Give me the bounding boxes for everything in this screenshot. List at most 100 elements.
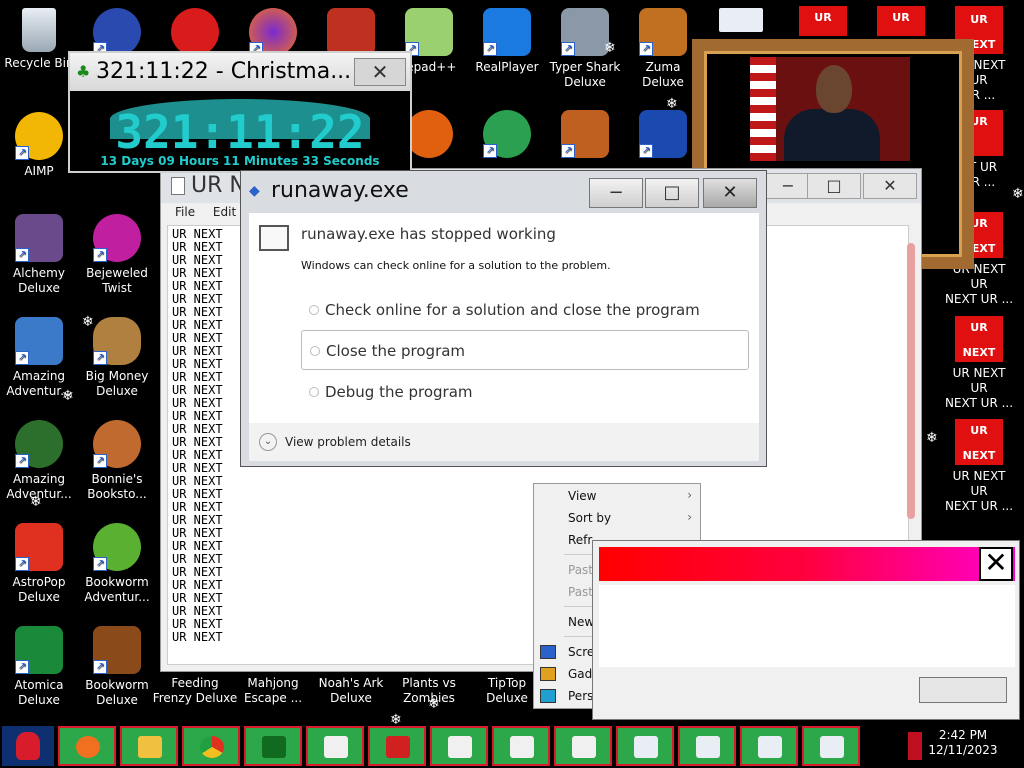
desktop-icon-amazing-adventures-1[interactable]: ↗ Amazing Adventur... [0, 317, 78, 399]
countdown-close-button[interactable]: ✕ [354, 58, 406, 86]
menu-edit[interactable]: Edit [213, 205, 236, 219]
taskbar-window-8[interactable] [802, 726, 860, 766]
dialog-maximize-button[interactable]: □ [645, 178, 699, 208]
desktop-icon-mahjong-escape[interactable]: Mahjong Escape ... [234, 676, 312, 706]
menu-item-personalize[interactable]: Pers [568, 685, 593, 707]
taskbar-window-1[interactable] [306, 726, 364, 766]
desktop-icon-astropop[interactable]: ↗ AstroPop Deluxe [0, 523, 78, 605]
desktop-icon-window-shortcut[interactable] [702, 8, 780, 36]
taskbar-tree[interactable] [244, 726, 302, 766]
menu-item-sort-by[interactable]: Sort by [568, 507, 611, 529]
menu-item-refresh[interactable]: Refr [568, 529, 592, 551]
option-close-program[interactable]: Close the program [301, 330, 749, 370]
notepad-scrollbar[interactable] [907, 243, 915, 519]
ur-tile[interactable]: UR [866, 6, 936, 40]
icon-label: Plants vs [402, 676, 456, 690]
desktop-icon-alchemy[interactable]: ↗ Alchemy Deluxe [0, 214, 78, 296]
dialog-close-button[interactable]: ✕ [703, 178, 757, 208]
gadgets-icon [540, 667, 556, 681]
view-details-button[interactable]: ⌄ View problem details [249, 423, 759, 461]
desktop-icon-amazing-adventures-2[interactable]: ↗ Amazing Adventur... [0, 420, 78, 502]
aimp-icon: ↗ [15, 112, 63, 160]
ur-next-icon[interactable]: UR NEXT UR NEXT UR NEXT UR ... [944, 316, 1014, 411]
icon-label: Typer Shark [549, 60, 621, 74]
taskbar-chrome[interactable] [182, 726, 240, 766]
taskbar-window-6[interactable] [678, 726, 736, 766]
screen-resolution-icon [540, 645, 556, 659]
notepad-line: UR NEXT [172, 630, 223, 644]
p-icon [405, 110, 453, 158]
option-check-online[interactable]: Check online for a solution and close th… [301, 290, 749, 330]
notepad-icon [171, 177, 185, 195]
taskbar-window-5[interactable] [616, 726, 674, 766]
desktop-icon-atomica[interactable]: ↗ Atomica Deluxe [0, 626, 78, 708]
popup-button[interactable] [919, 677, 1007, 703]
amazing-adventures-icon: ↗ [15, 420, 63, 468]
clock[interactable]: 2:42 PM 12/11/2023 [908, 728, 1018, 758]
dialog-heading: runaway.exe has stopped working [301, 225, 556, 243]
taskbar-toolbox[interactable] [368, 726, 426, 766]
icon-label: Escape ... [243, 691, 303, 705]
desktop-icon-feeding-frenzy[interactable]: Feeding Frenzy Deluxe [152, 676, 238, 706]
snowflake-icon: ❄ [1012, 186, 1024, 202]
snowflake-icon: ❄ [82, 314, 94, 330]
radio-icon [309, 305, 319, 315]
icon-label: Atomica [14, 678, 64, 692]
countdown-window[interactable]: ♣ 321:11:22 - Christma... ✕ 321:11:22 13… [68, 51, 412, 173]
desktop-icon-zuma[interactable]: ↗ Zuma Deluxe [624, 8, 702, 90]
chevron-down-icon: ⌄ [259, 433, 277, 451]
option-debug-program[interactable]: Debug the program [301, 372, 749, 412]
desktop-icon-recycle-bin[interactable]: Recycle Bin [0, 8, 78, 71]
window-icon [820, 736, 844, 758]
menu-file[interactable]: File [175, 205, 195, 219]
tree-icon: ♣ [76, 62, 91, 81]
taskbar-window-2[interactable] [430, 726, 488, 766]
icon-label: Deluxe [18, 590, 60, 604]
ur-tile[interactable]: UR [788, 6, 858, 40]
menu-item-new[interactable]: New [568, 611, 594, 633]
icon-label: Mahjong [247, 676, 299, 690]
start-button[interactable] [2, 726, 54, 766]
window-icon [510, 736, 534, 758]
personalize-icon [540, 689, 556, 703]
desktop-icon-noahs-ark[interactable]: Noah's Ark Deluxe [312, 676, 390, 706]
desktop-icon-bookworm-adventures[interactable]: ↗ Bookworm Adventur... [78, 523, 156, 605]
portrait-photo [750, 57, 910, 161]
notepad-maximize-button[interactable]: □ [807, 173, 861, 199]
countdown-titlebar[interactable]: ♣ 321:11:22 - Christma... ✕ [70, 53, 410, 91]
desktop-icon-bonnies-bookstore[interactable]: ↗ Bonnie's Booksto... [78, 420, 156, 502]
bonnie-icon: ↗ [93, 420, 141, 468]
crash-dialog[interactable]: ◆ runaway.exe − □ ✕ runaway.exe has stop… [240, 170, 767, 467]
desktop-icon-bone[interactable]: ↗ [546, 110, 624, 162]
desktop-icon-aimp[interactable]: ↗ AIMP [0, 112, 78, 179]
notepad-close-button[interactable]: ✕ [863, 173, 917, 199]
icon-label: Twist [102, 281, 132, 295]
menu-item-screen-resolution[interactable]: Scre [568, 641, 594, 663]
xmplay-icon: ↗ [639, 110, 687, 158]
taskbar-explorer[interactable] [120, 726, 178, 766]
ur-next-icon[interactable]: UR NEXT UR NEXT UR NEXT UR ... [944, 419, 1014, 514]
countdown-title: 321:11:22 - Christma... [96, 59, 352, 84]
icon-label: Zuma Deluxe [642, 60, 684, 89]
taskbar-window-3[interactable] [492, 726, 550, 766]
icon-label: AstroPop [12, 575, 66, 589]
taskbar-window-7[interactable] [740, 726, 798, 766]
realplayer-icon: ↗ [483, 8, 531, 56]
icon-label: Booksto... [87, 487, 147, 501]
taskbar-firefox[interactable] [58, 726, 116, 766]
desktop-icon-realplayer[interactable]: ↗ RealPlayer [468, 8, 546, 75]
snowflake-icon: ❄ [926, 430, 938, 446]
taskbar-window-4[interactable] [554, 726, 612, 766]
dialog-minimize-button[interactable]: − [589, 178, 643, 208]
desktop-icon-bejeweled[interactable]: ↗ Bejeweled Twist [78, 214, 156, 296]
popup-close-button[interactable]: ✕ [979, 547, 1013, 581]
icon-label: Amazing [12, 472, 66, 486]
popup-titlebar[interactable] [599, 547, 1015, 581]
desktop-icon-xmplay[interactable]: ↗ [624, 110, 702, 162]
snowflake-icon: ❄ [62, 388, 74, 404]
menu-item-view[interactable]: View [568, 485, 596, 507]
desktop-icon-green-rocket[interactable]: ↗ [468, 110, 546, 162]
popup-window[interactable]: ✕ [592, 540, 1020, 720]
desktop-icon-bookworm-deluxe[interactable]: ↗ Bookworm Deluxe [78, 626, 156, 708]
radio-icon [309, 387, 319, 397]
